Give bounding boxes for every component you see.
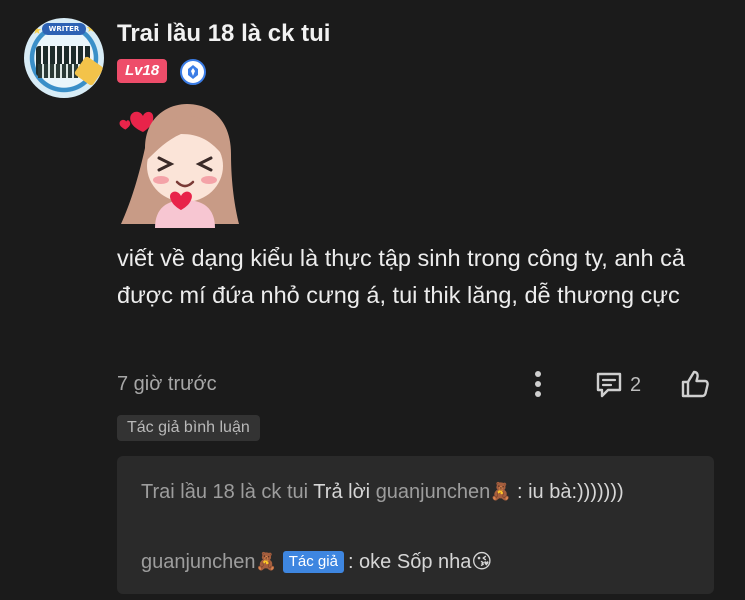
reply-author[interactable]: Trai lầu 18 là ck tui bbox=[141, 481, 308, 503]
comment-text: viết về dạng kiểu là thực tập sinh trong… bbox=[117, 245, 685, 308]
avatar-star-icon: ★ bbox=[32, 25, 42, 37]
avatar-writer-banner: WRITER bbox=[42, 23, 86, 35]
rank-badge-icon[interactable] bbox=[180, 59, 206, 85]
reply-author[interactable]: guanjunchen bbox=[141, 551, 256, 573]
thumbs-up-icon[interactable] bbox=[679, 368, 711, 400]
comment-timestamp: 7 giờ trước bbox=[117, 373, 217, 395]
comment-card: WRITER ★ ★ Trai lầu 18 là ck tui Lv18 vi… bbox=[0, 0, 745, 600]
user-avatar[interactable]: WRITER ★ ★ bbox=[24, 18, 104, 98]
username[interactable]: Trai lầu 18 là ck tui bbox=[117, 20, 330, 48]
reply-item[interactable]: guanjunchen🧸 Tác giả: oke Sốp nha😘 bbox=[141, 548, 701, 576]
replies-box[interactable]: Trai lầu 18 là ck tui Trả lời guanjunche… bbox=[117, 456, 714, 594]
more-vertical-icon[interactable] bbox=[527, 368, 549, 400]
reply-count[interactable]: 2 bbox=[630, 374, 641, 397]
reply-text: : iu bà:))))))) bbox=[511, 481, 624, 503]
level-badge: Lv18 bbox=[117, 59, 168, 83]
avatar-star-icon: ★ bbox=[86, 23, 96, 35]
author-chip: Tác giả bbox=[282, 551, 344, 573]
teddy-bear-emoji: 🧸 bbox=[255, 552, 277, 571]
author-comment-tag: Tác giả bình luận bbox=[117, 415, 260, 441]
reply-target-user[interactable]: guanjunchen bbox=[376, 481, 491, 503]
comment-bubble-icon[interactable] bbox=[594, 370, 624, 400]
teddy-bear-emoji: 🧸 bbox=[490, 482, 512, 501]
reply-action: Trả lời bbox=[308, 481, 376, 503]
reply-item[interactable]: Trai lầu 18 là ck tui Trả lời guanjunche… bbox=[141, 478, 661, 506]
reply-text: : oke Sốp nha😘 bbox=[347, 551, 493, 573]
chibi-sticker-image bbox=[119, 104, 239, 228]
